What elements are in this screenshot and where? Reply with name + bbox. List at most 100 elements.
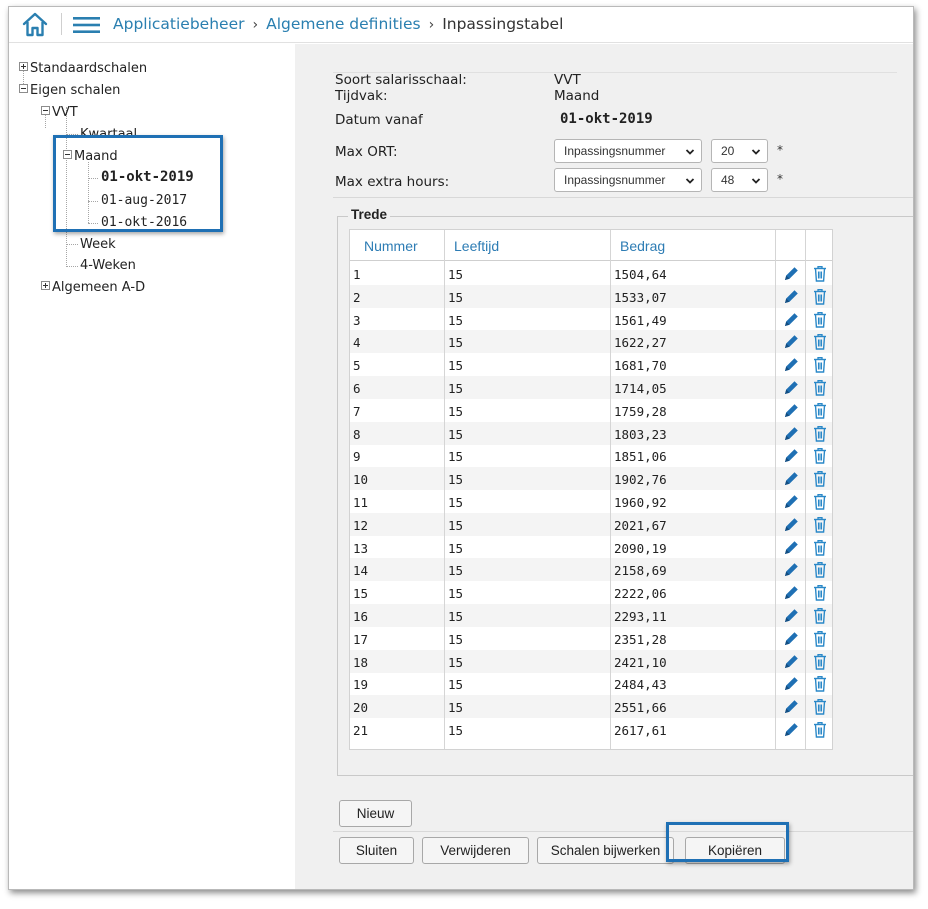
cell-nummer: 21 [353,723,369,738]
trash-icon[interactable] [811,446,829,465]
edit-icon[interactable] [782,492,800,511]
trash-icon[interactable] [811,652,829,671]
tree-item-week[interactable]: Week [80,236,116,253]
trash-icon[interactable] [811,697,829,716]
edit-icon[interactable] [782,332,800,351]
trash-icon[interactable] [811,515,829,534]
tree-item-4-weken[interactable]: 4-Weken [80,257,136,274]
edit-icon[interactable] [782,652,800,671]
trash-icon[interactable] [811,674,829,693]
column-header-leeftijd[interactable]: Leeftijd [454,238,499,254]
table-row[interactable]: 12 15 2021,67 [350,512,832,536]
chevron-down-icon [685,149,695,155]
trash-icon[interactable] [811,538,829,557]
trash-icon[interactable] [811,332,829,351]
cell-bedrag: 1504,64 [614,267,667,282]
table-row[interactable]: 3 15 1561,49 [350,308,832,331]
menu-icon[interactable] [72,15,102,35]
table-row[interactable]: 8 15 1803,23 [350,421,832,445]
nieuw-button[interactable]: Nieuw [339,800,412,827]
home-icon[interactable] [21,10,49,38]
edit-icon[interactable] [782,310,800,329]
max-ort-value-select[interactable]: 20 [711,139,768,163]
sluiten-button[interactable]: Sluiten [339,837,414,864]
expand-icon[interactable] [19,62,28,71]
trash-icon[interactable] [811,492,829,511]
trash-icon[interactable] [811,401,829,420]
schalen-bijwerken-button[interactable]: Schalen bijwerken [537,837,674,864]
edit-icon[interactable] [782,606,800,625]
trash-icon[interactable] [811,469,829,488]
cell-nummer: 18 [353,654,369,670]
trash-icon[interactable] [811,378,829,397]
edit-icon[interactable] [782,515,800,534]
cell-nummer: 16 [353,609,369,624]
edit-icon[interactable] [782,424,800,443]
tree-item-vvt[interactable]: VVT [41,104,78,121]
edit-icon[interactable] [782,378,800,397]
trash-icon[interactable] [811,606,829,625]
collapse-icon[interactable] [19,84,28,93]
cell-bedrag: 1960,92 [614,495,667,510]
table-row[interactable]: 16 15 2293,11 [350,604,832,627]
table-row[interactable]: 11 15 1960,92 [350,490,832,513]
table-row[interactable]: 6 15 1714,05 [350,376,832,399]
column-divider [610,230,611,749]
trash-icon[interactable] [811,560,829,579]
trash-icon[interactable] [811,720,829,739]
table-row[interactable]: 5 15 1681,70 [350,353,832,376]
edit-icon[interactable] [782,287,800,306]
max-ort-type-select[interactable]: Inpassingsnummer [554,139,702,163]
edit-icon[interactable] [782,264,800,283]
max-extra-value-select[interactable]: 48 [711,168,768,192]
table-row[interactable]: 17 15 2351,28 [350,627,832,650]
trash-icon[interactable] [811,287,829,306]
edit-icon[interactable] [782,674,800,693]
edit-icon[interactable] [782,720,800,739]
tree-item-standaardschalen[interactable]: Standaardschalen [19,60,147,77]
breadcrumb-algemene-definities[interactable]: Algemene definities [266,15,420,33]
trash-icon[interactable] [811,355,829,374]
edit-icon[interactable] [782,629,800,648]
breadcrumb-applicatiebeheer[interactable]: Applicatiebeheer [113,15,244,33]
table-row[interactable]: 7 15 1759,28 [350,399,832,422]
table-row[interactable]: 1 15 1504,64 [350,262,832,285]
table-row[interactable]: 19 15 2484,43 [350,672,832,695]
cell-leeftijd: 15 [448,472,464,488]
table-row[interactable]: 15 15 2222,06 [350,581,832,604]
select-value: Inpassingsnummer [564,173,666,187]
table-row[interactable]: 20 15 2551,66 [350,695,832,719]
table-row[interactable]: 9 15 1851,06 [350,444,832,467]
trash-icon[interactable] [811,424,829,443]
tree-item-label: Week [80,237,116,252]
table-row[interactable]: 14 15 2158,69 [350,558,832,582]
table-row[interactable]: 4 15 1622,27 [350,330,832,354]
edit-icon[interactable] [782,697,800,716]
column-header-nummer[interactable]: Nummer [364,238,418,254]
table-row[interactable]: 21 15 2617,61 [350,718,832,741]
trash-icon[interactable] [811,310,829,329]
table-row[interactable]: 10 15 1902,76 [350,467,832,491]
tree-item-algemeen-a-d[interactable]: Algemeen A-D [41,279,145,296]
edit-icon[interactable] [782,446,800,465]
max-ort-label: Max ORT: [335,144,398,160]
edit-icon[interactable] [782,355,800,374]
collapse-icon[interactable] [41,106,50,115]
edit-icon[interactable] [782,583,800,602]
table-row[interactable]: 18 15 2421,10 [350,649,832,673]
table-row[interactable]: 2 15 1533,07 [350,284,832,308]
edit-icon[interactable] [782,469,800,488]
table-row[interactable]: 13 15 2090,19 [350,536,832,559]
tree-item-eigen-schalen[interactable]: Eigen schalen [19,82,120,99]
trash-icon[interactable] [811,264,829,283]
max-extra-type-select[interactable]: Inpassingsnummer [554,168,702,192]
verwijderen-button[interactable]: Verwijderen [422,837,529,864]
edit-icon[interactable] [782,538,800,557]
column-header-bedrag[interactable]: Bedrag [620,238,665,254]
trash-icon[interactable] [811,583,829,602]
datum-label: Datum vanaf [335,112,423,128]
edit-icon[interactable] [782,401,800,420]
edit-icon[interactable] [782,560,800,579]
expand-icon[interactable] [41,281,50,290]
trash-icon[interactable] [811,629,829,648]
